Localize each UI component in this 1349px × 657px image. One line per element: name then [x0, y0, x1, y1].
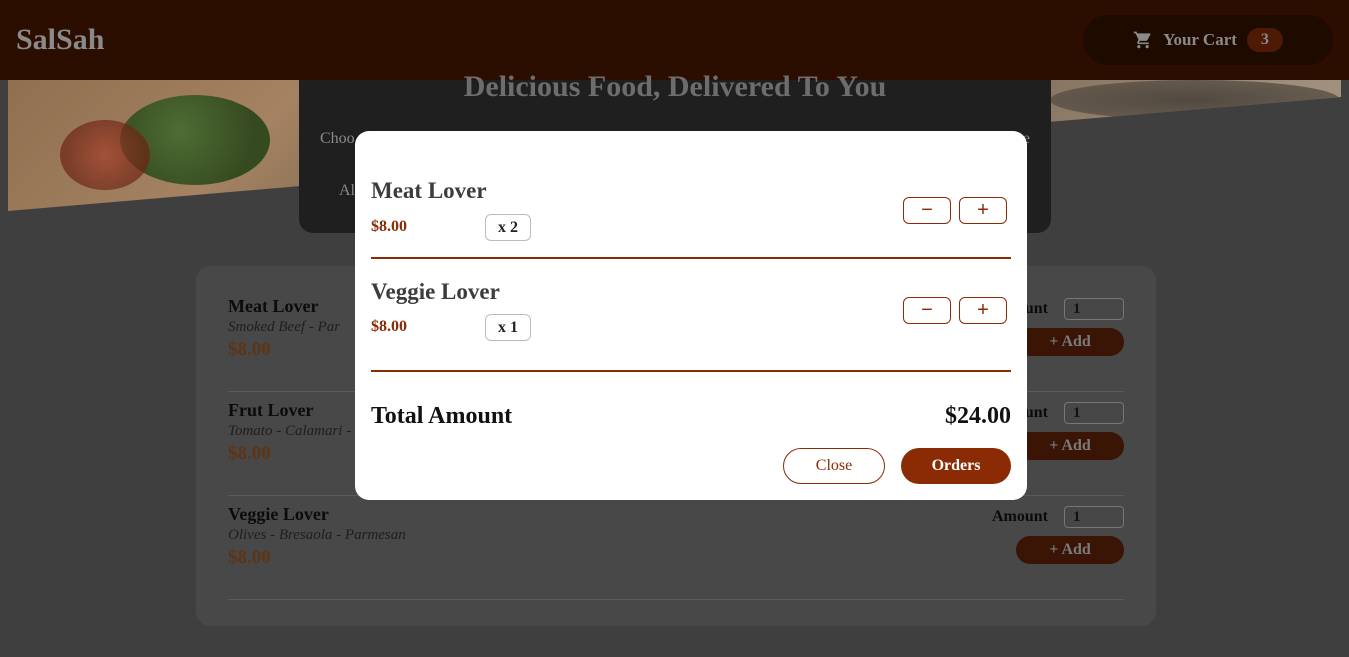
cart-item-name: Meat Lover — [371, 178, 487, 203]
cart-item-name: Veggie Lover — [371, 279, 500, 304]
cart-item-price: $8.00 — [371, 318, 407, 335]
cart-item-price: $8.00 — [371, 218, 407, 235]
total-value: $24.00 — [945, 403, 1011, 429]
cart-item-actions: − + — [903, 197, 1007, 224]
decrease-quantity-button[interactable]: − — [903, 297, 951, 324]
modal-actions: Close Orders — [783, 448, 1011, 484]
decrease-quantity-button[interactable]: − — [903, 197, 951, 224]
order-button[interactable]: Orders — [901, 448, 1011, 484]
increase-quantity-button[interactable]: + — [959, 197, 1007, 224]
total-label: Total Amount — [371, 403, 513, 429]
increase-quantity-button[interactable]: + — [959, 297, 1007, 324]
cart-modal: Meat Lover $8.00 x 2 − + Veggie Lover $8… — [355, 131, 1027, 500]
cart-item: Meat Lover $8.00 x 2 − + — [371, 131, 1011, 259]
cart-item-quantity: x 1 — [485, 314, 531, 341]
cart-item: Veggie Lover $8.00 x 1 − + — [371, 259, 1011, 372]
total-row: Total Amount $24.00 — [371, 403, 1011, 430]
cart-item-actions: − + — [903, 297, 1007, 324]
cart-item-quantity: x 2 — [485, 214, 531, 241]
close-button[interactable]: Close — [783, 448, 885, 484]
